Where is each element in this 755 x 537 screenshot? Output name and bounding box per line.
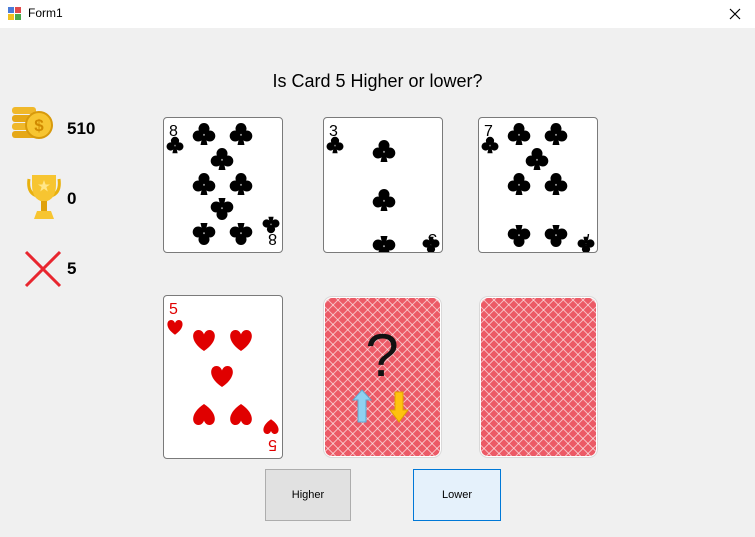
miss-x-icon — [24, 250, 62, 288]
close-button[interactable] — [715, 0, 755, 28]
card-2-suit-pips — [326, 136, 440, 252]
card-2: 3 3 — [323, 117, 443, 253]
card-4: 5 5 — [163, 295, 283, 459]
card-1: 8 8 — [163, 117, 283, 253]
card-3-rank-bottom: 7 — [583, 230, 592, 247]
card-4-rank-bottom: 5 — [268, 436, 277, 453]
question-label: Is Card 5 Higher or lower? — [272, 71, 483, 91]
lower-button[interactable]: Lower — [413, 469, 501, 521]
mystery-card: ? — [324, 297, 441, 457]
card-4-suit-pips — [167, 320, 279, 434]
close-icon — [729, 8, 741, 20]
card-3-suit-pips — [481, 123, 595, 252]
card-2-rank-bottom: 3 — [428, 230, 437, 247]
svg-text:$: $ — [34, 116, 44, 135]
card-4-rank: 5 — [169, 301, 178, 318]
question-mark-icon: ? — [365, 322, 398, 389]
card-1-suit-pips — [166, 123, 280, 245]
card-back — [480, 297, 597, 457]
trophy-icon — [27, 175, 61, 219]
coins-icon: $ — [12, 107, 53, 139]
higher-button[interactable]: Higher — [265, 469, 351, 521]
up-arrow-icon — [351, 389, 373, 423]
card-1-rank-bottom: 8 — [268, 230, 277, 247]
card-3: 7 7 — [478, 117, 598, 253]
window-title: Form1 — [28, 6, 63, 20]
down-arrow-icon — [389, 391, 409, 423]
coins-value: 510 — [67, 119, 96, 138]
trophies-value: 0 — [67, 189, 77, 208]
app-icon — [8, 7, 21, 20]
title-bar: Form1 — [0, 0, 755, 28]
misses-value: 5 — [67, 259, 77, 278]
